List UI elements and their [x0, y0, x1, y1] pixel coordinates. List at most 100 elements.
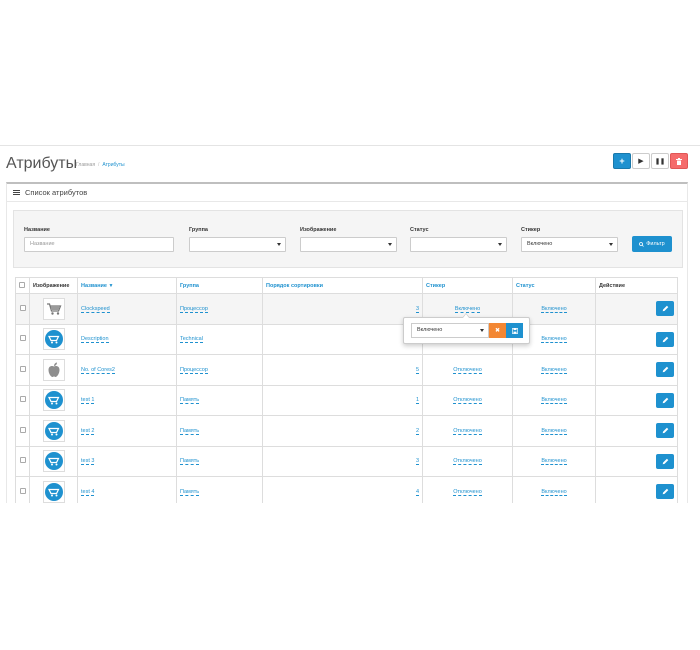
- attribute-name-link[interactable]: test 2: [81, 427, 95, 435]
- sticker-link[interactable]: Отключено: [453, 488, 482, 496]
- col-image: Изображение: [29, 277, 78, 294]
- group-cell: Technical: [176, 323, 263, 355]
- attribute-name-link[interactable]: test 4: [81, 488, 95, 496]
- enable-button[interactable]: ▶: [632, 153, 650, 169]
- sort-order-link[interactable]: 3: [415, 458, 419, 466]
- filter-button[interactable]: Фильтр: [632, 236, 672, 252]
- filter-group-select[interactable]: [189, 237, 286, 252]
- status-link[interactable]: Включено: [541, 336, 567, 344]
- sticker-link[interactable]: Отключено: [453, 427, 482, 435]
- table-body: Clockspeed Процессор 3 Включено Включено Desc…: [15, 293, 678, 503]
- cart-circle-icon: [42, 419, 65, 442]
- filter-name-label: Название: [24, 227, 50, 233]
- col-status[interactable]: Статус: [512, 277, 596, 294]
- edit-button[interactable]: [656, 362, 674, 378]
- attribute-name-link[interactable]: Description: [81, 336, 109, 344]
- row-checkbox-cell: [15, 415, 30, 447]
- sticker-link[interactable]: Отключено: [453, 458, 482, 466]
- col-sticker[interactable]: Стикер: [422, 277, 513, 294]
- sticker-link[interactable]: Отключено: [453, 397, 482, 405]
- sort-order-cell: 3: [262, 445, 423, 477]
- sticker-link[interactable]: Включено: [454, 305, 481, 313]
- edit-button[interactable]: [656, 392, 674, 408]
- sort-order-link[interactable]: 2: [415, 427, 419, 435]
- cart-circle-icon: [42, 389, 65, 412]
- popover-save-button[interactable]: [506, 323, 523, 338]
- action-cell: [595, 323, 678, 355]
- sort-order-link[interactable]: 4: [415, 488, 419, 496]
- caret-down-icon: [277, 243, 281, 246]
- row-checkbox[interactable]: [19, 457, 26, 464]
- popover-sticker-select[interactable]: Включено: [411, 323, 489, 338]
- attributes-table: Изображение Название ▼ Группа Порядок со…: [15, 277, 678, 503]
- edit-button[interactable]: [656, 301, 674, 317]
- group-cell: Память: [176, 445, 263, 477]
- attribute-group-link[interactable]: Процессор: [180, 366, 208, 374]
- col-name[interactable]: Название ▼: [77, 277, 177, 294]
- action-cell: [595, 476, 678, 503]
- select-all-checkbox[interactable]: [19, 281, 25, 288]
- status-link[interactable]: Включено: [541, 427, 567, 435]
- status-link[interactable]: Включено: [541, 397, 567, 405]
- filter-image-label: Изображение: [300, 227, 337, 233]
- sticker-link[interactable]: Отключено: [453, 366, 482, 374]
- filter-name-group: Название Название: [24, 227, 174, 252]
- edit-button[interactable]: [656, 423, 674, 439]
- row-checkbox[interactable]: [19, 487, 26, 494]
- attribute-name-link[interactable]: test 1: [81, 397, 95, 405]
- status-cell: Включено: [512, 354, 596, 386]
- breadcrumb-current[interactable]: Атрибуты: [102, 162, 124, 168]
- attribute-group-link[interactable]: Процессор: [180, 305, 208, 313]
- status-link[interactable]: Включено: [541, 458, 567, 466]
- filter-name-input[interactable]: Название: [24, 237, 174, 252]
- status-link[interactable]: Включено: [541, 305, 567, 313]
- attribute-group-link[interactable]: Память: [180, 458, 200, 466]
- attribute-group-link[interactable]: Память: [180, 488, 200, 496]
- breadcrumb-home[interactable]: Главная: [76, 162, 95, 168]
- attribute-name-link[interactable]: No. of Cores2: [81, 366, 115, 374]
- filter-button-label: Фильтр: [646, 241, 665, 247]
- status-link[interactable]: Включено: [541, 488, 567, 496]
- row-checkbox[interactable]: [19, 365, 26, 372]
- disable-button[interactable]: ❚❚: [651, 153, 669, 169]
- row-checkbox-cell: [15, 323, 30, 355]
- filter-status-label: Статус: [410, 227, 429, 233]
- attribute-group-link[interactable]: Technical: [180, 336, 203, 344]
- group-cell: Процессор: [176, 354, 263, 386]
- filter-status-select[interactable]: [410, 237, 507, 252]
- name-cell: test 2: [77, 415, 177, 447]
- table-header-row: Изображение Название ▼ Группа Порядок со…: [15, 277, 678, 294]
- attribute-name-link[interactable]: test 3: [81, 458, 95, 466]
- filter-image-select[interactable]: [300, 237, 397, 252]
- attribute-group-link[interactable]: Память: [180, 427, 200, 435]
- edit-button[interactable]: [656, 453, 674, 469]
- sort-order-link[interactable]: 5: [415, 366, 419, 374]
- row-checkbox[interactable]: [19, 396, 26, 403]
- filter-sticker-select[interactable]: Включено: [521, 237, 618, 252]
- attribute-group-link[interactable]: Память: [180, 397, 200, 405]
- add-button[interactable]: +: [613, 153, 631, 169]
- sort-order-link[interactable]: 1: [415, 397, 419, 405]
- row-checkbox-cell: [15, 354, 30, 386]
- attribute-name-link[interactable]: Clockspeed: [81, 305, 110, 313]
- row-checkbox[interactable]: [19, 304, 26, 311]
- row-checkbox[interactable]: [19, 335, 26, 342]
- popover-cancel-button[interactable]: ✖: [489, 323, 506, 338]
- status-link[interactable]: Включено: [541, 366, 567, 374]
- panel-heading: Список атрибутов: [7, 184, 687, 202]
- col-group[interactable]: Группа: [176, 277, 263, 294]
- delete-button[interactable]: [670, 153, 688, 169]
- sort-order-link[interactable]: 3: [415, 305, 419, 313]
- row-checkbox[interactable]: [19, 426, 26, 433]
- col-sort-order[interactable]: Порядок сортировки: [262, 277, 423, 294]
- caret-down-icon: [388, 243, 392, 246]
- sort-order-cell: 1: [262, 384, 423, 416]
- edit-button[interactable]: [656, 331, 674, 347]
- play-icon: ▶: [638, 158, 644, 165]
- sticker-cell: Отключено: [422, 384, 513, 416]
- name-cell: No. of Cores2: [77, 354, 177, 386]
- admin-window: Атрибуты Главная / Атрибуты + ▶ ❚❚ Список …: [0, 145, 700, 503]
- table-row: test 2 Память 2 Отключено Включено: [15, 415, 678, 447]
- pencil-icon: [662, 427, 669, 434]
- edit-button[interactable]: [656, 484, 674, 500]
